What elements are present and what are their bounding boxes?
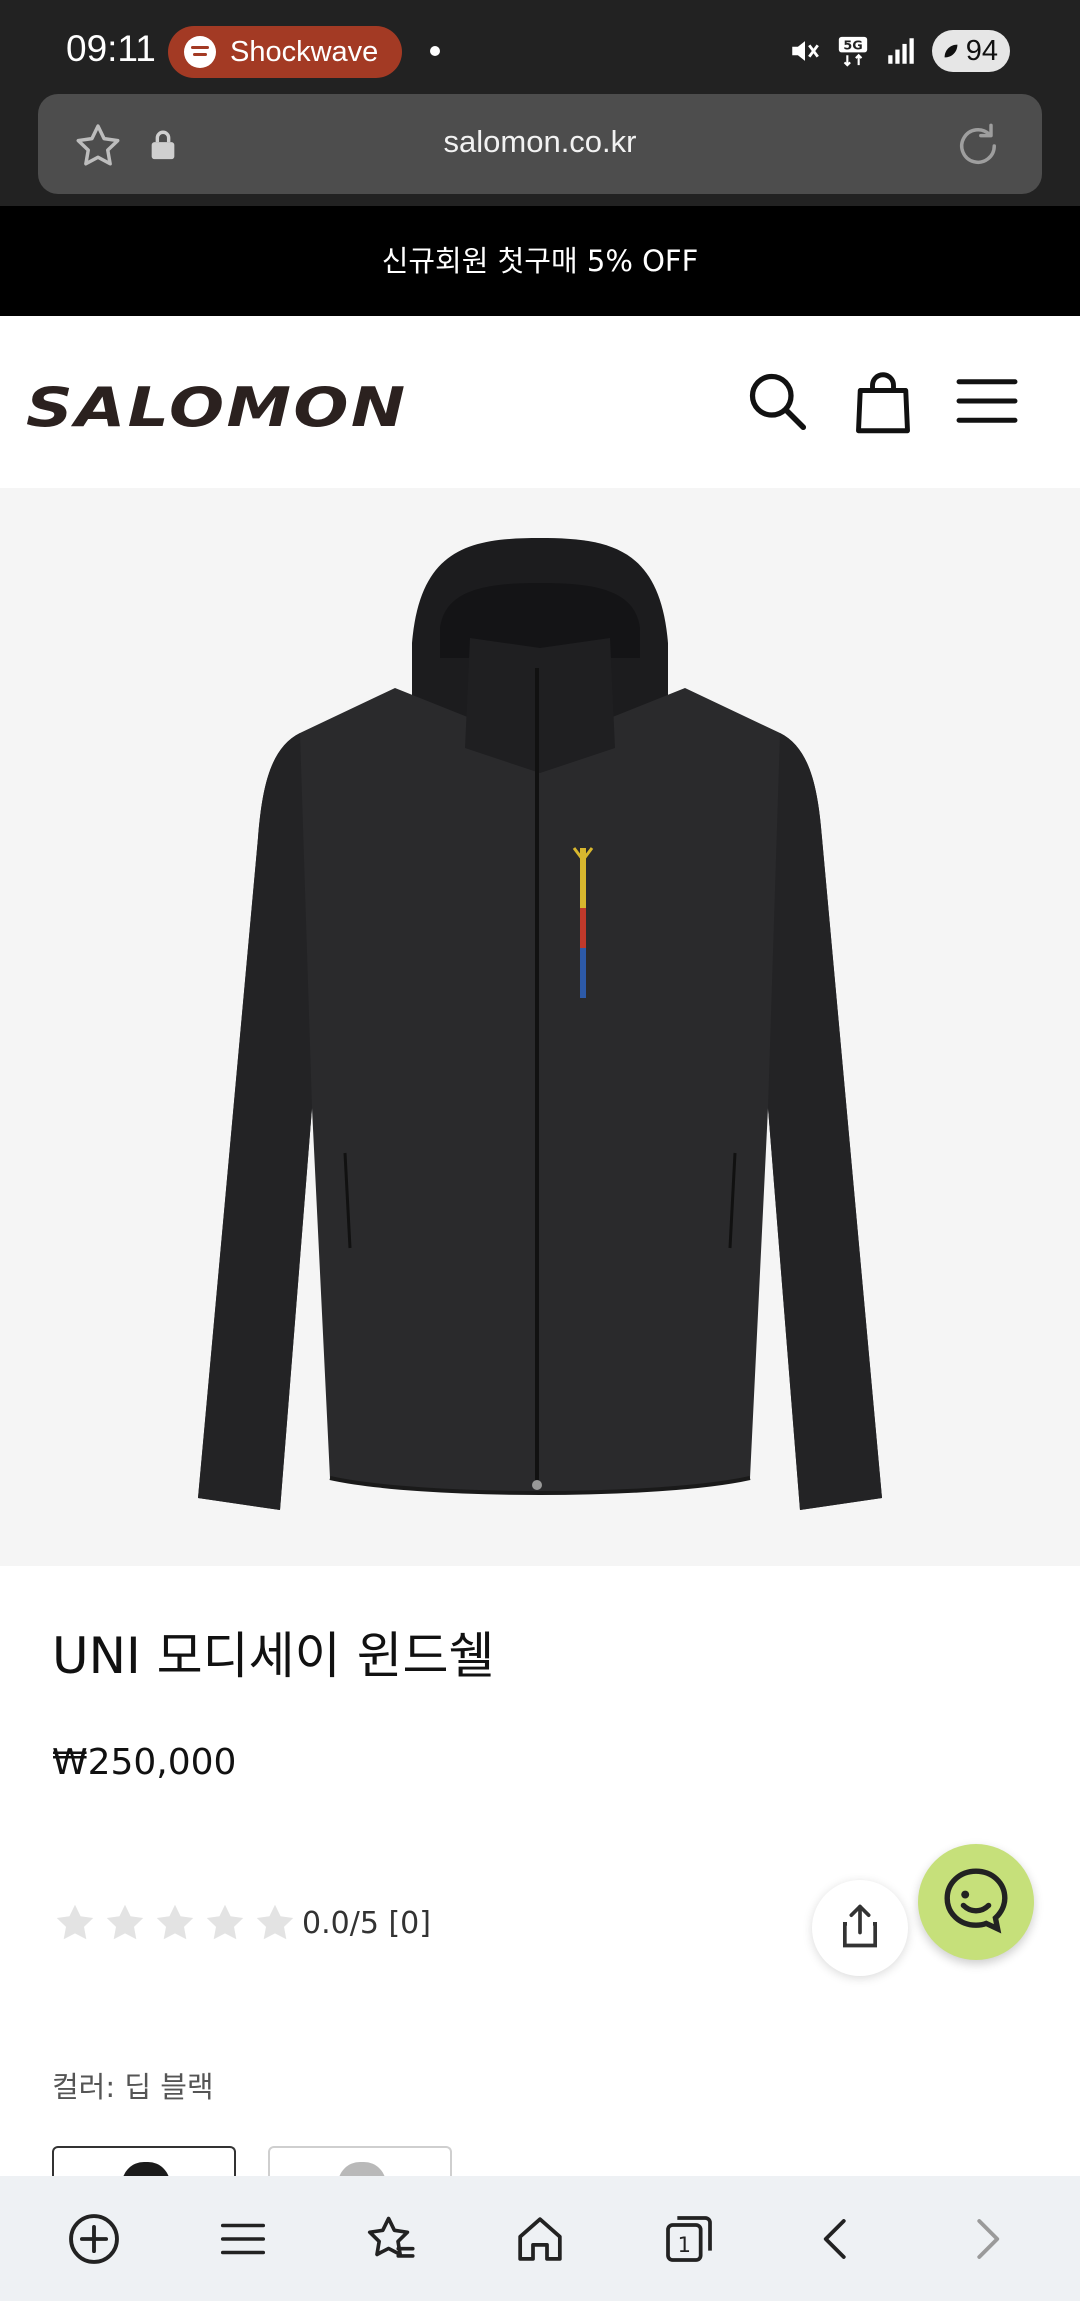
notification-dot — [430, 46, 440, 56]
star-icon — [206, 1904, 244, 1940]
product-rating[interactable]: 0.0/5 [0] — [52, 1900, 431, 1946]
site-header: SALOMON — [0, 316, 1080, 488]
star-icon — [156, 1904, 194, 1940]
battery-icon: 94 — [931, 30, 1010, 72]
star-icon — [256, 1904, 294, 1940]
svg-text:5G: 5G — [843, 39, 862, 54]
black-jacket-image — [198, 538, 882, 1510]
product-image[interactable] — [0, 488, 1080, 1566]
status-bar: 09:11 Shockwave 5G 94 — [0, 0, 1080, 92]
chat-icon — [940, 1864, 1012, 1940]
share-button[interactable] — [812, 1880, 908, 1976]
tabs-icon[interactable]: 1 — [651, 2201, 727, 2277]
product-price: ₩250,000 — [52, 1742, 237, 1783]
shopping-bag-icon[interactable] — [848, 366, 918, 436]
status-time: 09:11 — [66, 28, 156, 69]
star-icon — [106, 1904, 144, 1940]
5g-icon: 5G — [836, 34, 870, 68]
tabs-count: 1 — [677, 2232, 690, 2256]
salomon-logo[interactable]: SALOMON — [26, 376, 408, 439]
menu-icon[interactable] — [205, 2201, 281, 2277]
signal-icon — [884, 34, 918, 68]
mute-icon — [788, 34, 822, 68]
chat-button[interactable] — [918, 1844, 1034, 1960]
promo-banner[interactable]: 신규회원 첫구매 5% OFF — [0, 206, 1080, 316]
rating-text: 0.0/5 [0] — [302, 1905, 431, 1941]
star-icon — [56, 1904, 94, 1940]
menu-icon[interactable] — [952, 366, 1022, 436]
browser-toolbar: salomon.co.kr — [0, 92, 1080, 206]
color-label: 컬러: 딥 블랙 — [52, 2070, 214, 2104]
media-pill-label: Shockwave — [230, 35, 379, 68]
bookmarks-icon[interactable] — [353, 2201, 429, 2277]
back-icon[interactable] — [799, 2201, 875, 2277]
home-icon[interactable] — [502, 2201, 578, 2277]
spotify-icon — [184, 36, 216, 68]
url-bar[interactable]: salomon.co.kr — [38, 94, 1042, 194]
share-icon — [834, 1900, 886, 1956]
rating-stars — [52, 1900, 298, 1946]
add-icon[interactable] — [56, 2201, 132, 2277]
search-icon[interactable] — [742, 366, 812, 436]
forward-icon[interactable] — [948, 2201, 1024, 2277]
product-title: UNI 모디세이 윈드쉘 — [52, 1627, 495, 1685]
battery-level: 94 — [965, 34, 998, 67]
media-pill[interactable]: Shockwave — [168, 26, 402, 78]
reload-icon[interactable] — [952, 120, 1004, 176]
status-icons: 5G 94 — [788, 30, 1010, 72]
url-text[interactable]: salomon.co.kr — [38, 124, 1042, 160]
browser-bottom-nav: 1 — [0, 2176, 1080, 2301]
